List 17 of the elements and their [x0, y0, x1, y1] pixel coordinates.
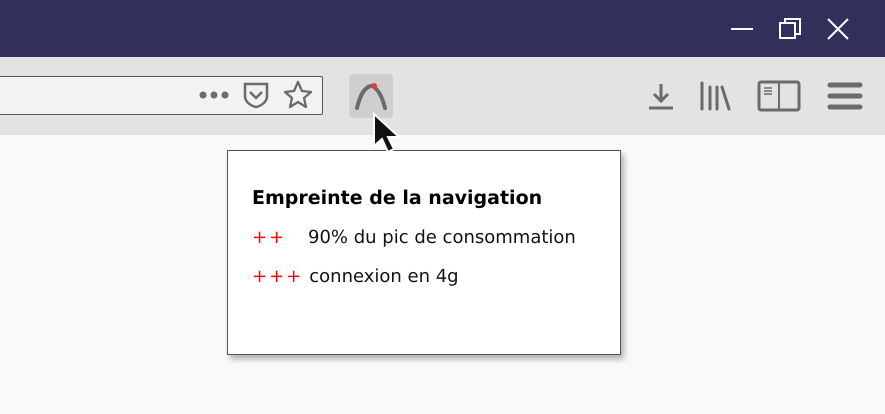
extension-button[interactable] [349, 74, 393, 118]
restore-icon[interactable] [778, 16, 802, 40]
menu-icon[interactable] [827, 81, 863, 111]
plus-marker: +++ [252, 266, 304, 287]
star-icon[interactable] [283, 80, 313, 110]
more-icon[interactable] [199, 91, 229, 99]
tooltip-line: 90% du pic de consommation [308, 227, 576, 248]
tooltip-title: Empreinte de la navigation [252, 187, 544, 209]
download-icon[interactable] [649, 82, 673, 110]
pocket-shield-icon[interactable] [243, 81, 269, 109]
sidebar-icon[interactable] [757, 80, 801, 112]
tooltip-line: connexion en 4g [309, 266, 459, 287]
minimize-icon[interactable] [730, 26, 754, 30]
library-icon[interactable] [699, 81, 731, 111]
plus-marker: ++ [252, 227, 288, 248]
close-icon[interactable] [826, 16, 850, 40]
address-bar[interactable] [0, 76, 323, 114]
